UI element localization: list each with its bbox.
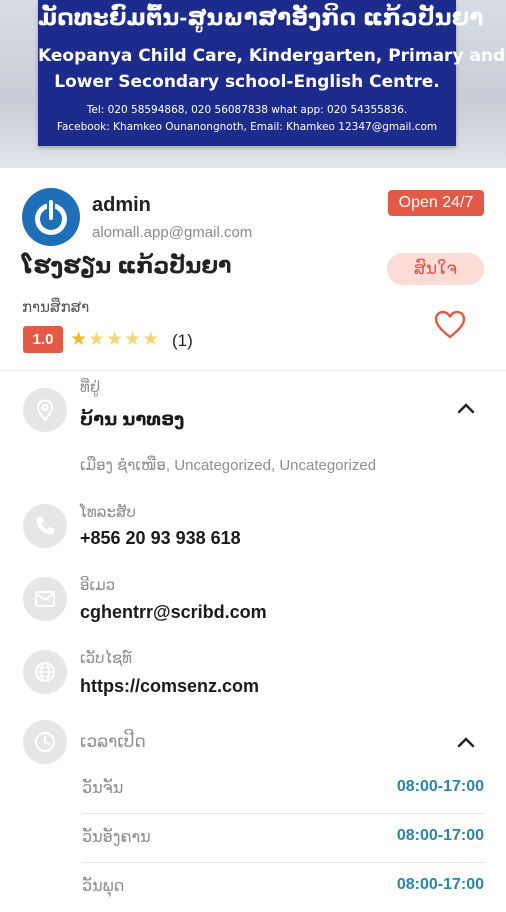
- website-row-icon: [23, 650, 67, 694]
- signboard-line-2: Lower Secondary school-English Centre.: [54, 72, 440, 92]
- hours-divider: [82, 862, 484, 863]
- hours-list-item: ວັນຈັນ 08:00-17:00: [82, 766, 484, 814]
- mail-icon: [35, 591, 55, 607]
- hours-label: ເວລາເປີດ: [80, 732, 146, 751]
- location-value: ບ້ານ ນາທອງ: [80, 409, 185, 429]
- website-label: ເວັບໄຊທ໌: [80, 650, 132, 667]
- hours-list-item: ວັນອັງຄານ 08:00-17:00: [82, 815, 484, 863]
- star-icon: ★: [142, 329, 161, 350]
- star-icon: ★: [106, 329, 125, 350]
- email-label: ອີເມວ: [80, 577, 116, 594]
- power-icon: [24, 190, 78, 244]
- star-icon: ★: [124, 329, 143, 350]
- hours-day: ວັນອັງຄານ: [82, 829, 151, 846]
- signboard-line-1: Keopanya Child Care, Kindergarten, Prima…: [38, 46, 506, 66]
- hours-day: ວັນພຸດ: [82, 878, 125, 895]
- phone-icon: [36, 517, 54, 535]
- clock-icon: [35, 732, 55, 752]
- phone-row-icon: [23, 504, 67, 548]
- hours-day: ວັນຈັນ: [82, 780, 124, 797]
- signboard-contact-2: Facebook: Khamkeo Ounanongnoth, Email: K…: [56, 121, 438, 133]
- phone-label: ໂທລະສັບ: [80, 504, 136, 521]
- author-name[interactable]: admin: [92, 194, 151, 217]
- author-avatar[interactable]: [22, 188, 80, 246]
- rating-count: (1): [172, 331, 193, 350]
- header-banner-image: ມັດທະຍົມຕົ້ນ-ສູນພາສາອັງກິດ ແກ້ວປັນຍາ Keo…: [0, 0, 506, 168]
- hours-time: 08:00-17:00: [396, 876, 484, 893]
- section-divider: [0, 370, 506, 371]
- star-icon: ★: [88, 329, 107, 350]
- rating-stars: ★★★★★: [70, 328, 160, 351]
- rating-score: 1.0: [23, 326, 63, 353]
- interest-button[interactable]: ສົນໃຈ: [387, 253, 484, 285]
- listing-category[interactable]: ການສຶກສາ: [22, 298, 89, 316]
- hours-time: 08:00-17:00: [396, 778, 484, 795]
- website-value[interactable]: https://comsenz.com: [80, 676, 259, 697]
- email-value[interactable]: cghentrr@scribd.com: [80, 602, 267, 623]
- favorite-heart-icon[interactable]: [434, 310, 466, 340]
- listing-title: ໂຮງຮຽນ ແກ້ວປັນຍາ: [22, 253, 232, 278]
- hours-divider: [82, 813, 484, 814]
- school-signboard: ມັດທະຍົມຕົ້ນ-ສູນພາສາອັງກິດ ແກ້ວປັນຍາ Keo…: [38, 0, 506, 146]
- author-email: alomall.app@gmail.com: [92, 224, 253, 241]
- status-badge: Open 24/7: [388, 190, 484, 216]
- signboard-contact-1: Tel: 020 58594868, 020 56087838 what app…: [86, 104, 408, 116]
- globe-icon: [35, 662, 55, 682]
- hours-list-item: ວັນພຸດ 08:00-17:00: [82, 864, 484, 912]
- location-tags: ເມືອງ ຊຳເໜືອ, Uncategorized, Uncategoriz…: [80, 457, 377, 474]
- email-row-icon: [23, 577, 67, 621]
- location-pin-icon: [36, 399, 54, 421]
- location-row-icon: [23, 388, 67, 432]
- chevron-up-icon[interactable]: [456, 735, 476, 749]
- hours-row-icon: [23, 720, 67, 764]
- signboard-title: ມັດທະຍົມຕົ້ນ-ສູນພາສາອັງກິດ ແກ້ວປັນຍາ: [38, 4, 484, 30]
- star-icon: ★: [70, 329, 89, 350]
- chevron-up-icon[interactable]: [456, 401, 476, 415]
- location-label: ທີ່ຢູ່: [80, 379, 101, 396]
- phone-value[interactable]: +856 20 93 938 618: [80, 528, 241, 549]
- hours-time: 08:00-17:00: [396, 827, 484, 844]
